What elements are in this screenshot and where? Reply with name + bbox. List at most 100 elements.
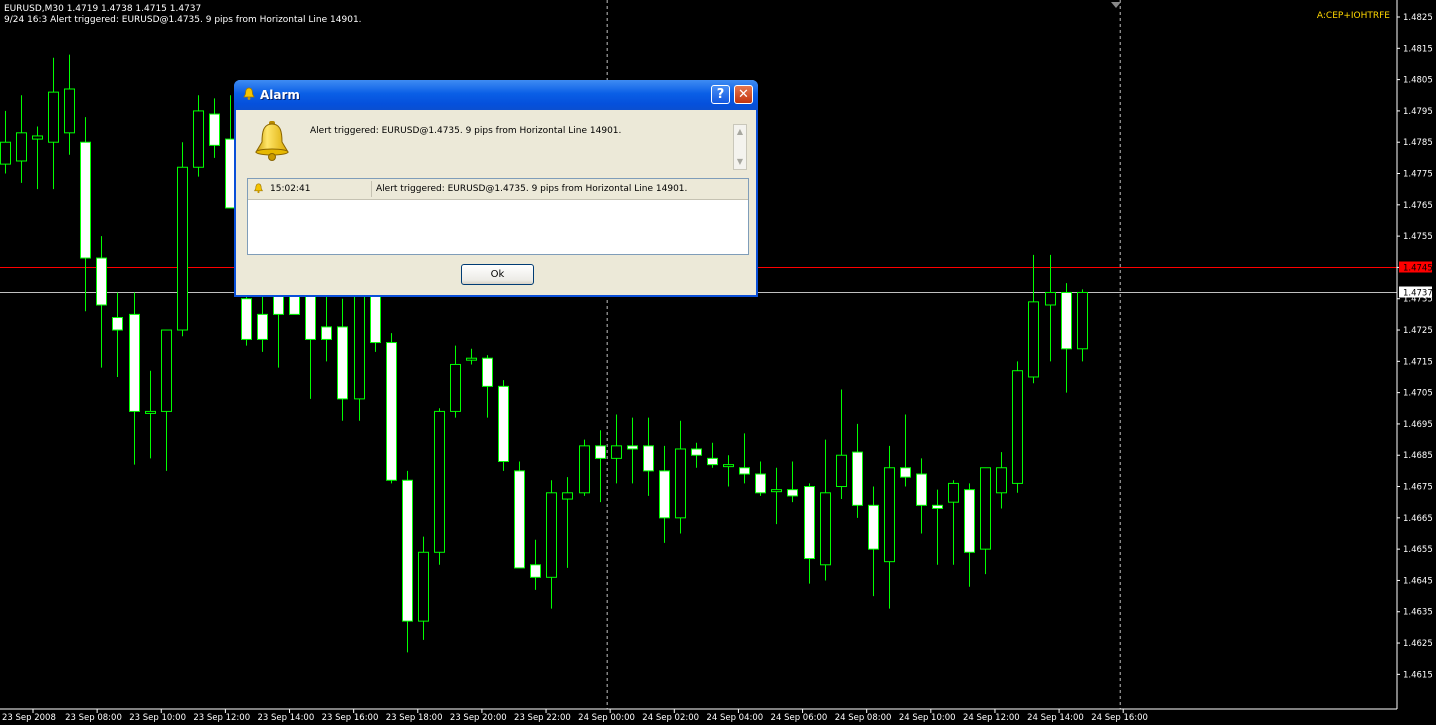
candle-body <box>707 457 718 466</box>
price-tick-label: 1.4655 <box>1403 545 1433 555</box>
candle-body <box>530 564 541 578</box>
candle-body <box>48 91 59 143</box>
price-tick-label: 1.4785 <box>1403 138 1433 148</box>
candle-body <box>96 257 107 306</box>
alarm-message: Alert triggered: EURUSD@1.4735. 9 pips f… <box>310 126 622 136</box>
candle <box>434 408 445 565</box>
candle-body <box>723 464 734 468</box>
candle-body <box>852 451 863 506</box>
alert-list[interactable]: 15:02:41 Alert triggered: EURUSD@1.4735.… <box>247 178 749 255</box>
candle <box>546 480 557 609</box>
candle-body <box>434 410 445 553</box>
dialog-title: Alarm <box>260 88 300 102</box>
candle <box>530 539 541 590</box>
candle <box>852 423 863 518</box>
time-tick-label: 24 Sep 00:00 <box>578 713 635 723</box>
ok-button[interactable]: Ok <box>461 264 534 285</box>
candle <box>691 442 702 468</box>
help-button[interactable]: ? <box>711 85 730 104</box>
candle <box>579 439 590 496</box>
candle-body <box>675 448 686 519</box>
scroll-down-arrow[interactable]: ▼ <box>735 156 745 168</box>
price-tick-label: 1.4815 <box>1403 44 1433 54</box>
dialog-titlebar[interactable]: Alarm ? ✕ <box>234 80 758 110</box>
candle-body <box>129 313 140 412</box>
list-item[interactable]: 15:02:41 Alert triggered: EURUSD@1.4735.… <box>248 179 748 200</box>
candle-body <box>354 295 365 400</box>
chart-shift-marker <box>1111 2 1121 8</box>
candle <box>787 461 798 503</box>
candle-body <box>804 486 815 560</box>
candle-body <box>1045 291 1056 306</box>
candle-body <box>418 551 429 622</box>
candle-body <box>627 445 638 450</box>
expert-advisor-label: A:CEP+IOHTRFE <box>1316 11 1390 21</box>
price-tick-label: 1.4805 <box>1403 76 1433 86</box>
candle-body <box>80 141 91 259</box>
candle <box>16 95 27 183</box>
candle-body <box>595 445 606 459</box>
candle <box>932 489 943 565</box>
candle-body <box>1077 291 1088 350</box>
candle <box>145 370 156 459</box>
candle-body <box>64 88 75 134</box>
candle <box>193 95 204 177</box>
candle-body <box>884 467 895 563</box>
alert-row-message: Alert triggered: EURUSD@1.4735. 9 pips f… <box>376 184 688 194</box>
price-tick-label: 1.4685 <box>1403 451 1433 461</box>
candle <box>980 467 991 575</box>
price-tick-label: 1.4695 <box>1403 420 1433 430</box>
candle <box>675 420 686 534</box>
time-tick-label: 23 Sep 10:00 <box>129 713 186 723</box>
candle-body <box>691 448 702 456</box>
candle-body <box>112 317 123 331</box>
candle <box>209 98 220 158</box>
close-button[interactable]: ✕ <box>734 85 753 104</box>
candle <box>418 536 429 640</box>
chart-alert-comment: 9/24 16:3 Alert triggered: EURUSD@1.4735… <box>4 15 362 25</box>
candle-body <box>450 363 461 412</box>
candle-body <box>32 135 43 140</box>
time-tick-label: 24 Sep 06:00 <box>771 713 828 723</box>
candle-body <box>514 470 525 569</box>
candle-body <box>498 385 509 462</box>
candle-body <box>482 357 493 387</box>
candle-body <box>1061 291 1072 350</box>
candle-body <box>836 454 847 488</box>
candle <box>1077 289 1088 362</box>
candle-body <box>739 467 750 475</box>
candle <box>916 458 927 534</box>
candle <box>804 483 815 584</box>
price-line-label: 1.4745 <box>1403 264 1433 274</box>
price-axis-labels: 1.4825 1.4815 1.4805 1.4795 1.4785 1.4775 1.47… <box>1397 13 1433 680</box>
candle-body <box>643 445 654 472</box>
time-tick-label: 23 Sep 20:00 <box>450 713 507 723</box>
candle-body <box>964 489 975 553</box>
price-tick-label: 1.4705 <box>1403 389 1433 399</box>
scroll-up-arrow[interactable]: ▲ <box>735 126 745 138</box>
candle <box>177 142 188 337</box>
candle <box>1012 361 1023 493</box>
candle <box>820 439 831 581</box>
candle <box>562 477 573 568</box>
time-tick-label: 24 Sep 14:00 <box>1027 713 1084 723</box>
candle-body <box>241 298 252 340</box>
candle-body <box>1028 301 1039 378</box>
candle-body <box>787 489 798 497</box>
alert-time: 15:02:41 <box>270 184 311 194</box>
candle <box>498 380 509 471</box>
message-scrollbar[interactable]: ▲ ▼ <box>733 124 747 170</box>
candle-body <box>193 110 204 168</box>
candle-body <box>820 492 831 566</box>
candle <box>643 417 654 496</box>
candle-body <box>0 141 11 165</box>
candle <box>900 414 911 487</box>
candle <box>964 483 975 587</box>
candle <box>386 333 397 484</box>
price-tick-label: 1.4725 <box>1403 326 1433 336</box>
time-tick-label: 24 Sep 10:00 <box>899 713 956 723</box>
candle <box>514 461 525 569</box>
candle <box>64 54 75 155</box>
candle <box>595 430 606 503</box>
price-tick-label: 1.4635 <box>1403 608 1433 618</box>
